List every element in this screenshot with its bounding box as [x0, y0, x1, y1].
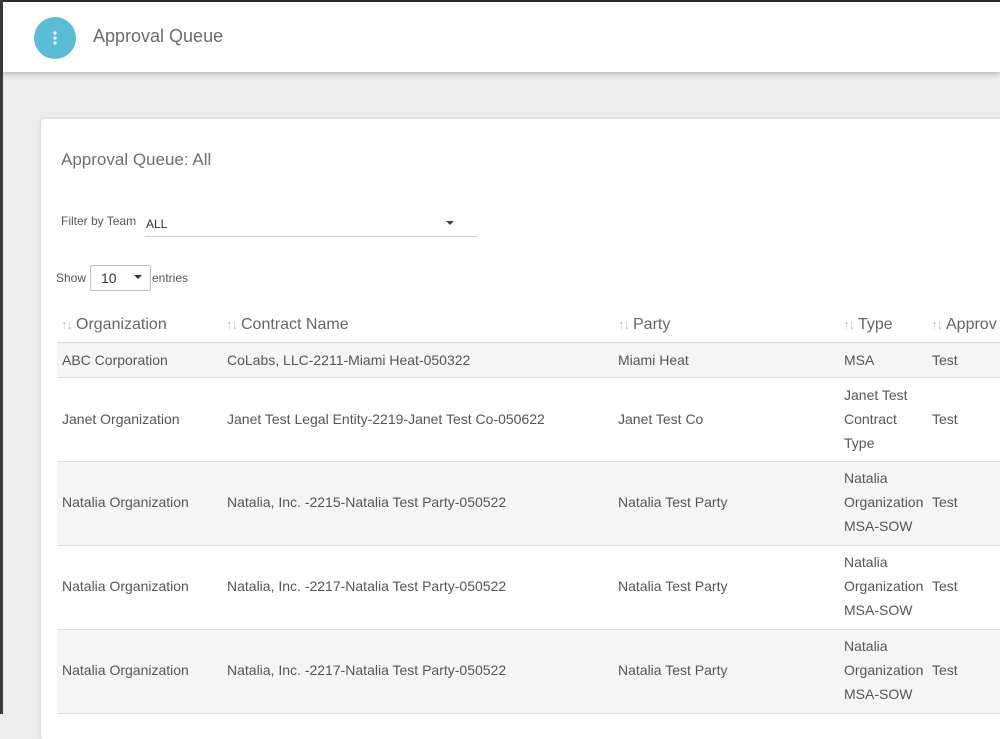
filter-team-value: ALL — [146, 217, 168, 231]
cell-organization: Natalia Organization — [62, 662, 189, 678]
window-left-edge — [0, 0, 3, 714]
cell-organization: ABC Corporation — [62, 352, 168, 368]
column-header-approver[interactable]: ↑↓ Approv — [931, 316, 997, 334]
cell-organization: Natalia Organization — [62, 578, 189, 594]
cell-party: Natalia Test Party — [618, 494, 728, 510]
table-row[interactable]: Janet Organization Janet Test Legal Enti… — [57, 378, 1000, 462]
sort-icon: ↑↓ — [931, 317, 943, 332]
chevron-down-icon — [134, 275, 142, 279]
app-header: Approval Queue — [3, 2, 1000, 72]
cell-contract-name: Janet Test Legal Entity-2219-Janet Test … — [227, 411, 545, 427]
table-row[interactable]: Natalia Organization Natalia, Inc. -2217… — [57, 630, 1000, 714]
cell-approver: Test — [932, 662, 958, 678]
cell-type: Natalia Organization MSA-SOW — [844, 554, 924, 618]
cell-type: Janet Test Contract Type — [844, 387, 908, 451]
column-header-label: Type — [858, 316, 893, 333]
card-title: Approval Queue: All — [61, 150, 212, 169]
column-header-label: Contract Name — [241, 316, 349, 333]
cell-party: Janet Test Co — [618, 411, 704, 427]
entries-label: entries — [152, 271, 189, 285]
cell-type: MSA — [844, 352, 875, 368]
table-row[interactable]: Natalia Organization Natalia, Inc. -2215… — [57, 462, 1000, 546]
cell-approver: Test — [932, 578, 958, 594]
entries-per-page-select[interactable]: 10 — [90, 265, 151, 291]
table-row[interactable]: Natalia Organization Natalia, Inc. -2217… — [57, 546, 1000, 630]
column-header-contract-name[interactable]: ↑↓ Contract Name — [226, 316, 349, 334]
cell-type: Natalia Organization MSA-SOW — [844, 638, 924, 702]
column-header-type[interactable]: ↑↓ Type — [843, 316, 893, 334]
sort-icon: ↑↓ — [843, 317, 855, 332]
filter-team-select[interactable]: ALL — [145, 211, 478, 237]
menu-button[interactable] — [34, 17, 76, 59]
cell-organization: Natalia Organization — [62, 494, 189, 510]
cell-party: Miami Heat — [618, 352, 689, 368]
cell-approver: Test — [932, 494, 958, 510]
show-label: Show — [56, 271, 87, 285]
sort-icon: ↑↓ — [618, 317, 630, 332]
filter-team-label: Filter by Team — [61, 214, 137, 228]
chevron-down-icon — [446, 221, 454, 225]
cell-contract-name: Natalia, Inc. -2217-Natalia Test Party-0… — [227, 662, 507, 678]
cell-contract-name: Natalia, Inc. -2217-Natalia Test Party-0… — [227, 578, 507, 594]
column-header-party[interactable]: ↑↓ Party — [618, 316, 670, 334]
table-row[interactable]: ABC Corporation CoLabs, LLC-2211-Miami H… — [57, 343, 1000, 378]
cell-approver: Test — [932, 411, 958, 427]
cell-party: Natalia Test Party — [618, 662, 728, 678]
sort-icon: ↑↓ — [61, 317, 73, 332]
column-header-organization[interactable]: ↑↓ Organization — [61, 316, 167, 334]
column-header-label: Approv — [946, 316, 997, 333]
cell-organization: Janet Organization — [62, 411, 180, 427]
cell-contract-name: Natalia, Inc. -2215-Natalia Test Party-0… — [227, 494, 507, 510]
cell-approver: Test — [932, 352, 958, 368]
column-header-label: Organization — [76, 316, 167, 333]
cell-party: Natalia Test Party — [618, 578, 728, 594]
approval-queue-card: Approval Queue: All Filter by Team ALL S… — [41, 119, 1000, 739]
app-title: Approval Queue — [93, 26, 224, 46]
cell-type: Natalia Organization MSA-SOW — [844, 470, 924, 534]
vertical-dots-icon — [53, 31, 57, 45]
column-header-label: Party — [633, 316, 671, 333]
cell-contract-name: CoLabs, LLC-2211-Miami Heat-050322 — [227, 352, 471, 368]
sort-icon: ↑↓ — [226, 317, 238, 332]
entries-per-page-value: 10 — [101, 270, 117, 286]
